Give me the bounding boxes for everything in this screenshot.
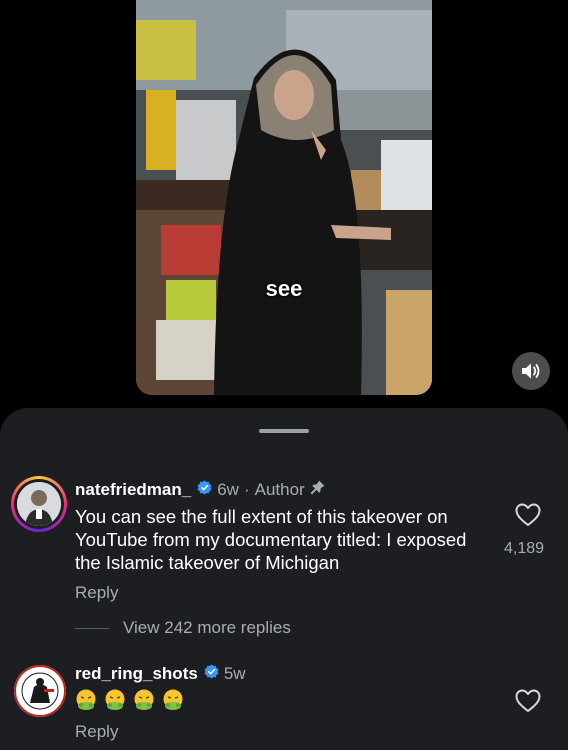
comments-sheet: natefriedman_ 6w · Author You can see th… [0, 408, 568, 750]
view-more-replies-label: View 242 more replies [123, 618, 291, 637]
heart-icon [515, 689, 541, 712]
nauseated-face-icon [133, 689, 155, 711]
author-label: Author [254, 479, 305, 499]
nauseated-face-icon [162, 689, 184, 711]
pin-icon [310, 479, 326, 500]
video-player[interactable]: see [136, 0, 432, 395]
nauseated-face-icon [75, 689, 97, 711]
heart-icon [515, 503, 541, 526]
comment-age: 6w [217, 479, 239, 499]
video-frame-image [136, 0, 432, 395]
reply-button[interactable]: Reply [75, 583, 118, 603]
avatar[interactable] [14, 665, 66, 717]
comment-text: You can see the full extent of this take… [75, 506, 467, 573]
comment-text [75, 689, 495, 716]
like-button[interactable] [515, 689, 541, 718]
meta-separator: · [243, 479, 250, 499]
reply-button[interactable]: Reply [75, 722, 118, 742]
comment-age: 5w [223, 664, 246, 683]
drag-handle[interactable] [259, 429, 309, 433]
comment-username[interactable]: natefriedman_ [75, 480, 191, 500]
comment-username[interactable]: red_ring_shots [75, 664, 198, 684]
comment-header: natefriedman_ 6w · Author [75, 479, 326, 500]
verified-badge-icon [204, 664, 219, 684]
like-count: 4,189 [504, 540, 545, 557]
like-button[interactable] [515, 503, 541, 532]
avatar-image [17, 482, 61, 526]
avatar-image [14, 665, 66, 717]
divider-line [75, 627, 109, 629]
avatar[interactable] [11, 476, 67, 532]
verified-badge-icon [197, 479, 212, 500]
view-more-replies-button[interactable]: View 242 more replies [75, 618, 291, 638]
video-caption: see [265, 276, 303, 301]
mute-toggle-button[interactable] [512, 352, 550, 390]
comment-header: red_ring_shots 5w [75, 664, 246, 684]
speaker-icon [522, 363, 540, 379]
nauseated-face-icon [104, 689, 126, 711]
